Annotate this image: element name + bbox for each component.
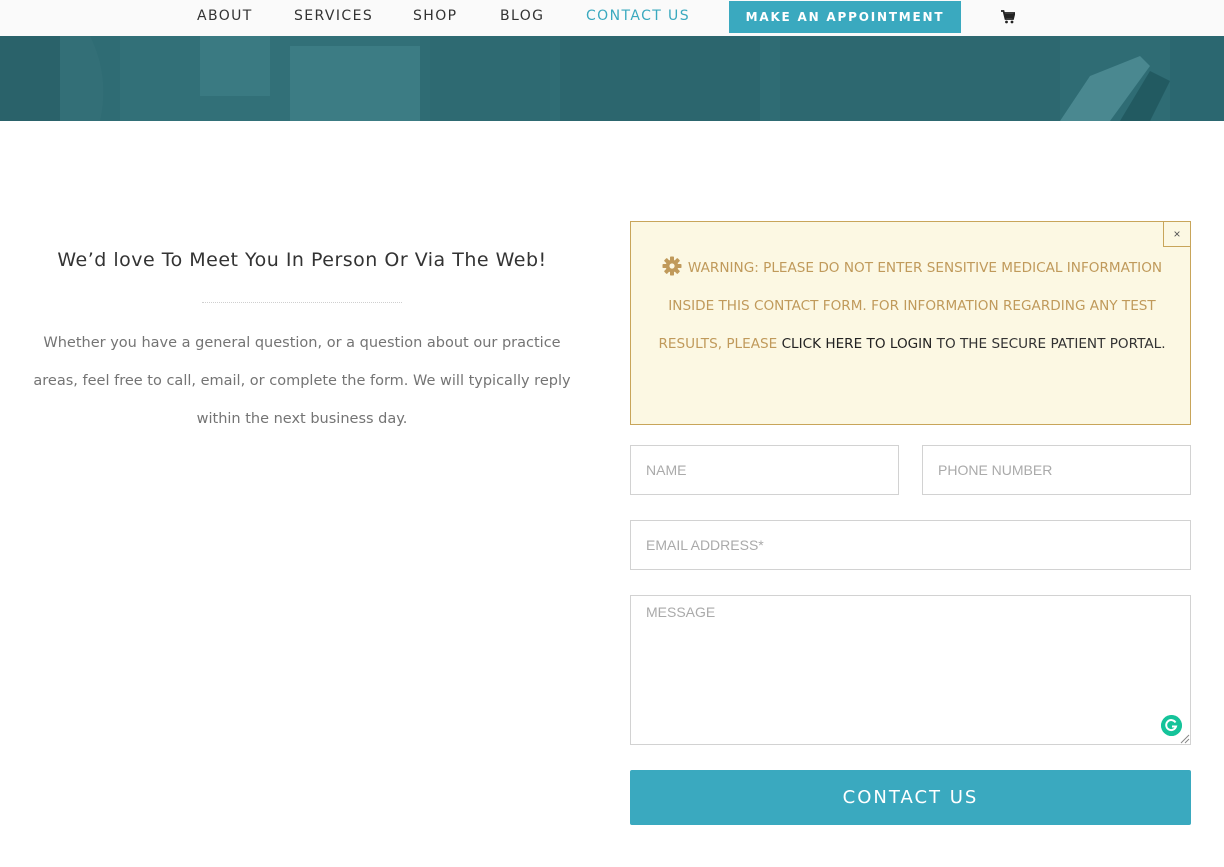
nav-item-shop[interactable]: SHOP (413, 8, 457, 24)
intro-text: Whether you have a general question, or … (33, 335, 571, 427)
nav-item-contact-us[interactable]: CONTACT US (586, 8, 690, 24)
make-appointment-button[interactable]: MAKE AN APPOINTMENT (729, 1, 961, 33)
shopping-cart-icon[interactable] (1001, 10, 1015, 24)
intro-divider (202, 302, 402, 303)
email-field[interactable]: EMAIL ADDRESS* (630, 520, 1191, 570)
intro-heading: We’d love To Meet You In Person Or Via T… (57, 249, 547, 271)
resize-handle-icon[interactable] (1178, 732, 1190, 744)
gear-icon (662, 256, 682, 276)
warning-text-end: TO THE SECURE PATIENT PORTAL. (932, 336, 1166, 352)
nav-item-about[interactable]: ABOUT (197, 8, 253, 24)
top-navigation: ABOUT SERVICES SHOP BLOG CONTACT US MAKE… (0, 0, 1224, 36)
message-textarea[interactable]: MESSAGE (630, 595, 1191, 745)
patient-login-link[interactable]: CLICK HERE TO LOGIN (782, 336, 933, 352)
contact-us-submit-button[interactable]: CONTACT US (630, 770, 1191, 825)
medical-warning-alert: × WARNING: PLEASE DO NOT ENTER SENSITIVE… (630, 221, 1191, 425)
hero-banner (0, 36, 1224, 121)
close-alert-button[interactable]: × (1163, 221, 1191, 247)
nav-item-services[interactable]: SERVICES (294, 8, 373, 24)
name-field[interactable]: NAME (630, 445, 899, 495)
nav-item-blog[interactable]: BLOG (500, 8, 544, 24)
phone-number-field[interactable]: PHONE NUMBER (922, 445, 1191, 495)
warning-message: WARNING: PLEASE DO NOT ENTER SENSITIVE M… (657, 249, 1167, 363)
